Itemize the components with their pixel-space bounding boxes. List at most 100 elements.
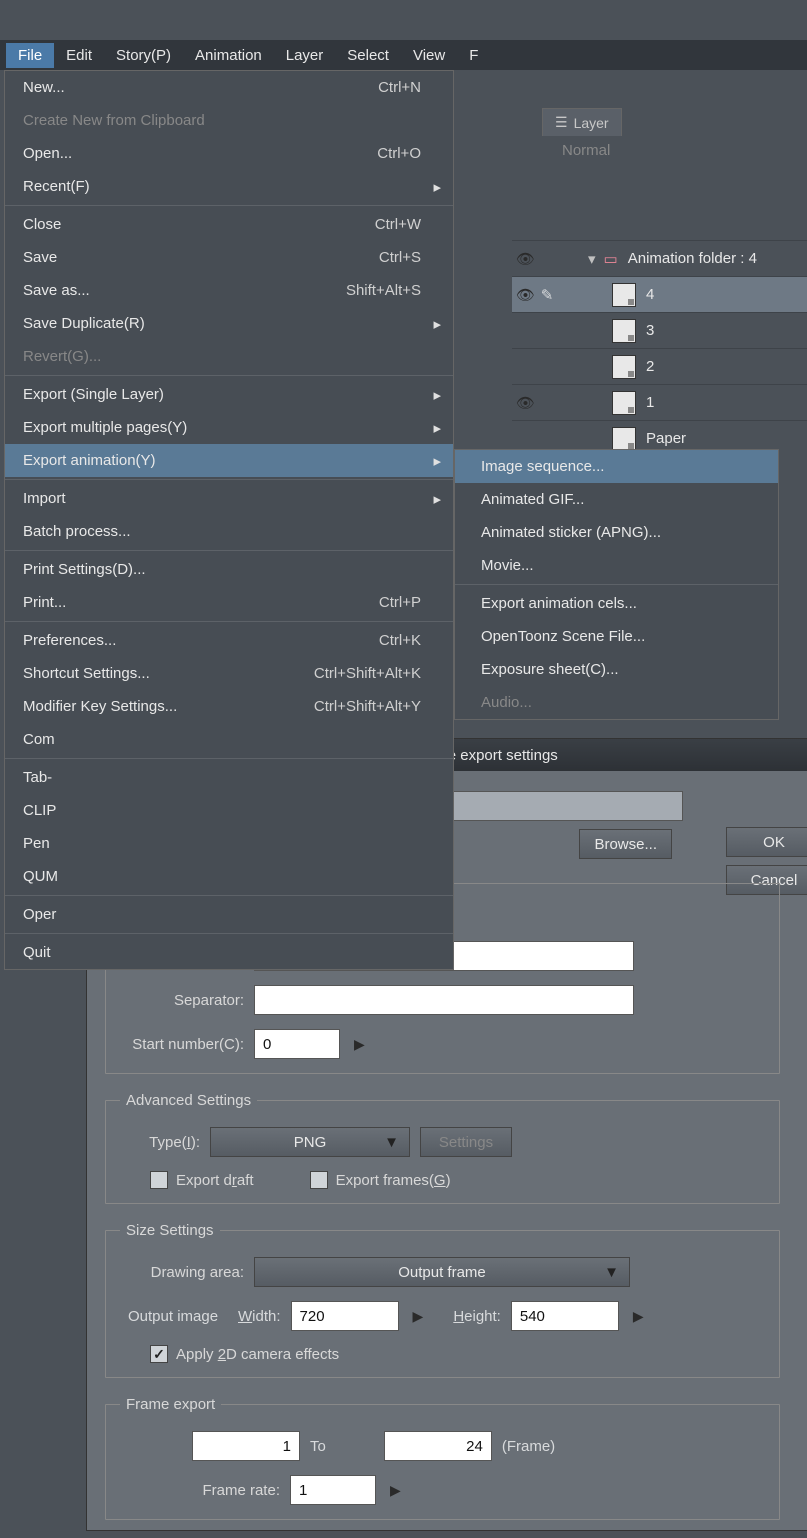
menu-item-label: Export animation(Y) [23,452,429,469]
menu-item[interactable]: QUM [5,860,453,893]
menu-item[interactable]: Pen [5,827,453,860]
menu-item-label: QUM [23,868,429,885]
menu-item[interactable]: Quit [5,936,453,969]
layer-panel-tab[interactable]: ☰ Layer [542,108,622,136]
chevron-down-icon: ▼ [384,1134,399,1151]
frame-to-input[interactable] [384,1431,492,1461]
drawing-area-select[interactable]: Output frame ▼ [254,1257,630,1287]
checkbox-icon [310,1171,328,1189]
menu-item-shortcut: Ctrl+P [379,594,421,611]
menu-item[interactable]: Export animation(Y)▸ [5,444,453,477]
layer-row[interactable]: 3 [512,312,807,348]
checkbox-label: Apply 2D camera effects [176,1346,339,1363]
menu-item[interactable]: Export (Single Layer)▸ [5,378,453,411]
menu-item-label: Print... [23,594,379,611]
submenu-item[interactable]: Animated GIF... [455,483,778,516]
layer-row[interactable]: 👁✎4 [512,276,807,312]
menu-item[interactable]: Open...Ctrl+O [5,137,453,170]
cel-thumb-icon [612,391,636,415]
spinner-icon[interactable]: ▶ [350,1036,369,1053]
paper-icon [612,427,636,451]
menu-item[interactable]: New...Ctrl+N [5,71,453,104]
menu-edit[interactable]: Edit [54,43,104,68]
layer-row[interactable]: 2 [512,348,807,384]
width-label: Width: [238,1308,281,1325]
menu-item-label: Shortcut Settings... [23,665,314,682]
menu-item-label: Save Duplicate(R) [23,315,429,332]
menu-item[interactable]: Shortcut Settings...Ctrl+Shift+Alt+K [5,657,453,690]
submenu-item[interactable]: Movie... [455,549,778,582]
submenu-item[interactable]: Export animation cels... [455,587,778,620]
menu-item[interactable]: Recent(F)▸ [5,170,453,203]
export-frames-checkbox[interactable]: Export frames(G) [310,1171,451,1189]
frame-rate-label: Frame rate: [120,1482,280,1499]
menu-item[interactable]: CloseCtrl+W [5,208,453,241]
file-dropdown-menu: New...Ctrl+N Create New from Clipboard Ope… [4,70,454,970]
spinner-icon[interactable]: ▶ [386,1482,405,1499]
visibility-icon[interactable]: 👁 [516,394,534,412]
separator-input[interactable] [254,985,634,1015]
submenu-item[interactable]: Animated sticker (APNG)... [455,516,778,549]
folder-caret-icon[interactable]: ▾ [588,250,596,268]
menu-view[interactable]: View [401,43,457,68]
menu-item[interactable]: Print Settings(D)... [5,553,453,586]
start-number-input[interactable] [254,1029,340,1059]
menu-select[interactable]: Select [335,43,401,68]
menu-item-label: Batch process... [23,523,429,540]
cel-thumb-icon [612,355,636,379]
menu-item[interactable]: Oper [5,898,453,931]
menu-item[interactable]: Save as...Shift+Alt+S [5,274,453,307]
layer-name-label: 1 [646,394,654,411]
spinner-icon[interactable]: ▶ [409,1308,428,1325]
menu-item[interactable]: Print...Ctrl+P [5,586,453,619]
apply-2d-checkbox[interactable]: Apply 2D camera effects [150,1345,339,1363]
edit-icon: ✎ [538,286,556,304]
height-input[interactable] [511,1301,619,1331]
export-draft-checkbox[interactable]: Export draft [150,1171,254,1189]
visibility-icon[interactable]: 👁 [516,286,534,304]
menu-cut[interactable]: F [457,43,490,68]
menu-item-shortcut: Ctrl+N [378,79,421,96]
submenu-item[interactable]: Image sequence... [455,450,778,483]
checkbox-icon [150,1345,168,1363]
submenu-arrow-icon: ▸ [429,490,441,508]
ok-button[interactable]: OK [726,827,807,857]
frame-from-input[interactable] [192,1431,300,1461]
menu-file[interactable]: File [6,43,54,68]
menu-animation[interactable]: Animation [183,43,274,68]
submenu-item-label: Export animation cels... [481,595,766,612]
menu-item[interactable]: Export multiple pages(Y)▸ [5,411,453,444]
frame-rate-input[interactable] [290,1475,376,1505]
menu-item[interactable]: Tab- [5,761,453,794]
submenu-item-label: Animated GIF... [481,491,766,508]
menu-item[interactable]: Import▸ [5,482,453,515]
menu-item-label: Import [23,490,429,507]
menu-item-label: Close [23,216,375,233]
menu-item[interactable]: Batch process... [5,515,453,548]
menu-item-label: Oper [23,906,429,923]
menu-item[interactable]: Save Duplicate(R)▸ [5,307,453,340]
layers-icon: ☰ [555,114,568,131]
visibility-icon[interactable]: 👁 [516,250,534,268]
width-input[interactable] [291,1301,399,1331]
layer-folder-row[interactable]: 👁 ▾ ▭ Animation folder : 4 [512,240,807,276]
layer-row[interactable]: 👁1 [512,384,807,420]
submenu-item[interactable]: Exposure sheet(C)... [455,653,778,686]
type-select[interactable]: PNG ▼ [210,1127,410,1157]
menu-item[interactable]: SaveCtrl+S [5,241,453,274]
blend-mode-select[interactable]: Normal [562,142,610,159]
menu-item[interactable]: Modifier Key Settings...Ctrl+Shift+Alt+Y [5,690,453,723]
menu-item[interactable]: CLIP [5,794,453,827]
advanced-settings-group: Advanced Settings Type(I): PNG ▼ Setting… [105,1092,780,1204]
menu-item-label: Create New from Clipboard [23,112,429,129]
submenu-arrow-icon: ▸ [429,386,441,404]
menu-item[interactable]: Com [5,723,453,756]
menu-item-label: Recent(F) [23,178,429,195]
menu-item[interactable]: Preferences...Ctrl+K [5,624,453,657]
menu-story[interactable]: Story(P) [104,43,183,68]
browse-button[interactable]: Browse... [579,829,672,859]
spinner-icon[interactable]: ▶ [629,1308,648,1325]
checkbox-label: Export frames(G) [336,1172,451,1189]
menu-layer[interactable]: Layer [274,43,336,68]
submenu-item[interactable]: OpenToonz Scene File... [455,620,778,653]
